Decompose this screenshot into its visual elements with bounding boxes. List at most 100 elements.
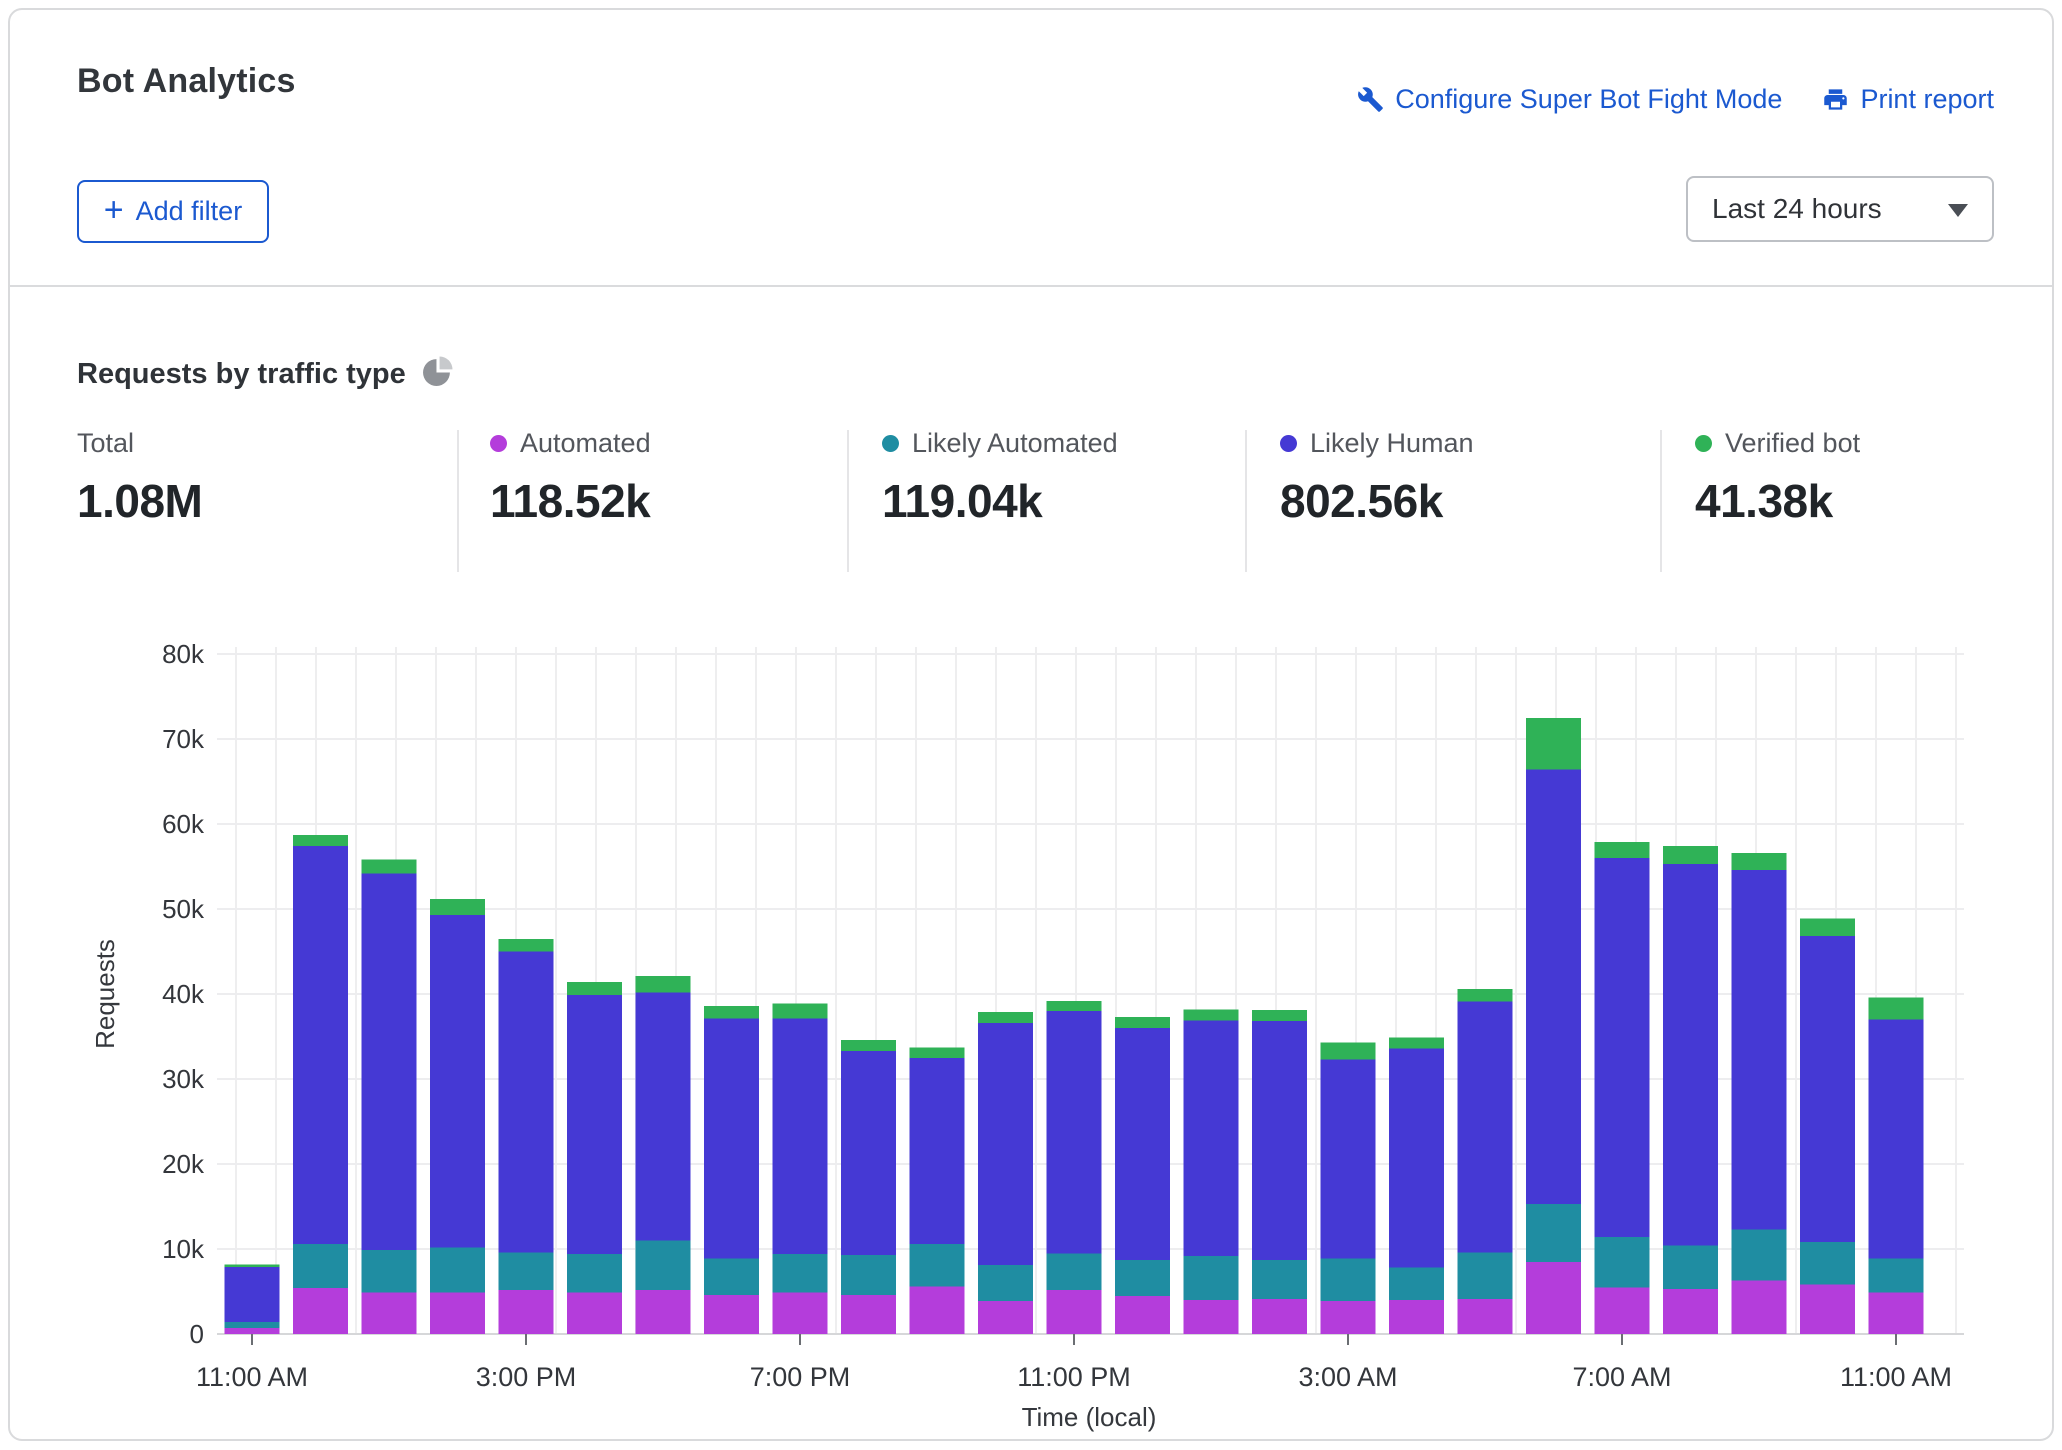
bar-segment-likely-automated[interactable] xyxy=(1321,1258,1376,1301)
bar-segment-likely-human[interactable] xyxy=(1800,936,1855,1242)
bar-segment-likely-automated[interactable] xyxy=(1184,1256,1239,1300)
bar-segment-verified-bot[interactable] xyxy=(1732,853,1787,870)
bar-segment-verified-bot[interactable] xyxy=(1458,989,1513,1002)
bar-segment-likely-automated[interactable] xyxy=(636,1241,691,1290)
bar-segment-likely-human[interactable] xyxy=(773,1019,828,1254)
bar-segment-verified-bot[interactable] xyxy=(773,1003,828,1018)
bar-segment-automated[interactable] xyxy=(773,1292,828,1334)
bar-segment-verified-bot[interactable] xyxy=(636,976,691,992)
bar-segment-likely-human[interactable] xyxy=(841,1051,896,1255)
bar-segment-verified-bot[interactable] xyxy=(1321,1042,1376,1059)
bar-segment-automated[interactable] xyxy=(1595,1287,1650,1334)
bar-segment-verified-bot[interactable] xyxy=(1184,1009,1239,1020)
bar-segment-likely-human[interactable] xyxy=(1321,1059,1376,1258)
bar-segment-likely-automated[interactable] xyxy=(773,1254,828,1292)
bar-segment-verified-bot[interactable] xyxy=(1595,842,1650,858)
bar-segment-verified-bot[interactable] xyxy=(1663,846,1718,864)
bar-segment-likely-automated[interactable] xyxy=(1389,1268,1444,1300)
time-range-select[interactable]: Last 24 hours xyxy=(1686,176,1994,242)
bar-segment-likely-automated[interactable] xyxy=(430,1247,485,1292)
bar-segment-likely-human[interactable] xyxy=(1869,1020,1924,1259)
bar-segment-likely-automated[interactable] xyxy=(1115,1260,1170,1296)
add-filter-button[interactable]: + Add filter xyxy=(77,180,269,243)
bar-segment-verified-bot[interactable] xyxy=(1252,1010,1307,1021)
bar-segment-verified-bot[interactable] xyxy=(910,1048,965,1058)
bar-segment-likely-human[interactable] xyxy=(1184,1020,1239,1255)
bar-segment-likely-automated[interactable] xyxy=(704,1258,759,1295)
bar-segment-verified-bot[interactable] xyxy=(1869,997,1924,1019)
bar-segment-likely-automated[interactable] xyxy=(1458,1252,1513,1299)
bar-segment-likely-automated[interactable] xyxy=(1800,1242,1855,1285)
bar-segment-automated[interactable] xyxy=(1115,1296,1170,1334)
bar-segment-automated[interactable] xyxy=(225,1328,280,1334)
bar-segment-likely-automated[interactable] xyxy=(567,1254,622,1292)
bar-segment-automated[interactable] xyxy=(1869,1292,1924,1334)
bar-segment-likely-automated[interactable] xyxy=(1526,1204,1581,1262)
bar-segment-automated[interactable] xyxy=(1732,1280,1787,1334)
bar-segment-likely-automated[interactable] xyxy=(1732,1229,1787,1280)
bar-segment-likely-human[interactable] xyxy=(1115,1028,1170,1260)
bar-segment-likely-human[interactable] xyxy=(225,1267,280,1322)
bar-segment-verified-bot[interactable] xyxy=(225,1264,280,1267)
bar-segment-verified-bot[interactable] xyxy=(1526,718,1581,770)
bar-segment-likely-human[interactable] xyxy=(1663,864,1718,1246)
bar-segment-likely-automated[interactable] xyxy=(1663,1246,1718,1289)
bar-segment-likely-human[interactable] xyxy=(430,915,485,1247)
bar-segment-automated[interactable] xyxy=(841,1295,896,1334)
print-report-link[interactable]: Print report xyxy=(1822,84,1994,115)
bar-segment-automated[interactable] xyxy=(1184,1300,1239,1334)
configure-super-bot-fight-mode-link[interactable]: Configure Super Bot Fight Mode xyxy=(1357,84,1782,115)
bar-segment-likely-human[interactable] xyxy=(1389,1048,1444,1267)
bar-segment-verified-bot[interactable] xyxy=(362,860,417,874)
bar-segment-likely-human[interactable] xyxy=(1252,1021,1307,1260)
bar-segment-likely-human[interactable] xyxy=(636,992,691,1240)
bar-segment-automated[interactable] xyxy=(567,1292,622,1334)
bar-segment-verified-bot[interactable] xyxy=(1047,1001,1102,1011)
bar-segment-automated[interactable] xyxy=(293,1288,348,1334)
bar-segment-verified-bot[interactable] xyxy=(1115,1017,1170,1028)
bar-segment-likely-automated[interactable] xyxy=(1252,1260,1307,1299)
bar-segment-likely-automated[interactable] xyxy=(1595,1237,1650,1287)
bar-segment-automated[interactable] xyxy=(1663,1289,1718,1334)
bar-segment-likely-human[interactable] xyxy=(978,1023,1033,1265)
bar-segment-verified-bot[interactable] xyxy=(841,1040,896,1051)
bar-segment-likely-automated[interactable] xyxy=(978,1265,1033,1301)
bar-segment-automated[interactable] xyxy=(704,1295,759,1334)
bar-segment-likely-human[interactable] xyxy=(1526,770,1581,1204)
bar-segment-verified-bot[interactable] xyxy=(430,899,485,915)
bar-segment-automated[interactable] xyxy=(1458,1299,1513,1334)
bar-segment-likely-automated[interactable] xyxy=(293,1244,348,1288)
bar-segment-likely-automated[interactable] xyxy=(362,1250,417,1293)
bar-segment-automated[interactable] xyxy=(636,1290,691,1334)
bar-segment-likely-automated[interactable] xyxy=(1869,1258,1924,1292)
bar-segment-likely-automated[interactable] xyxy=(499,1252,554,1289)
bar-segment-likely-automated[interactable] xyxy=(841,1255,896,1295)
bar-segment-likely-human[interactable] xyxy=(1595,858,1650,1237)
bar-segment-automated[interactable] xyxy=(1252,1299,1307,1334)
bar-segment-automated[interactable] xyxy=(1389,1300,1444,1334)
bar-segment-verified-bot[interactable] xyxy=(978,1012,1033,1023)
bar-segment-likely-human[interactable] xyxy=(1458,1002,1513,1253)
bar-segment-automated[interactable] xyxy=(978,1301,1033,1334)
bar-segment-likely-human[interactable] xyxy=(1732,870,1787,1230)
bar-segment-automated[interactable] xyxy=(1047,1290,1102,1334)
bar-segment-automated[interactable] xyxy=(362,1292,417,1334)
bar-segment-likely-human[interactable] xyxy=(499,952,554,1253)
bar-segment-automated[interactable] xyxy=(1321,1301,1376,1334)
bar-segment-verified-bot[interactable] xyxy=(1800,918,1855,936)
bar-segment-likely-human[interactable] xyxy=(293,846,348,1244)
bar-segment-automated[interactable] xyxy=(430,1292,485,1334)
bar-segment-automated[interactable] xyxy=(1800,1285,1855,1334)
bar-segment-automated[interactable] xyxy=(1526,1262,1581,1334)
bar-segment-verified-bot[interactable] xyxy=(704,1006,759,1019)
bar-segment-likely-automated[interactable] xyxy=(1047,1253,1102,1290)
bar-segment-verified-bot[interactable] xyxy=(499,939,554,952)
bar-segment-automated[interactable] xyxy=(499,1290,554,1334)
bar-segment-automated[interactable] xyxy=(910,1286,965,1334)
bar-segment-likely-human[interactable] xyxy=(567,995,622,1254)
bar-segment-verified-bot[interactable] xyxy=(567,982,622,995)
bar-segment-verified-bot[interactable] xyxy=(1389,1037,1444,1048)
bar-segment-likely-automated[interactable] xyxy=(225,1322,280,1328)
bar-segment-likely-human[interactable] xyxy=(362,873,417,1250)
bar-segment-likely-human[interactable] xyxy=(704,1019,759,1259)
